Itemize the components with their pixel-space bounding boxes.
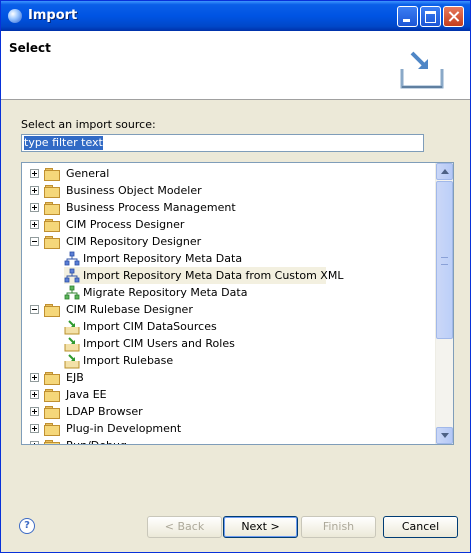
tree-item[interactable]: Import CIM Users and Roles [64,335,235,352]
expand-icon[interactable] [30,424,39,433]
tree-category[interactable]: Java EE [30,386,107,403]
repository-import-icon [64,251,80,267]
wizard-banner: Select [1,31,470,100]
scroll-thumb[interactable] [436,181,453,339]
collapse-icon[interactable] [30,237,39,246]
tree-category[interactable]: Business Process Management [30,199,236,216]
tree-item[interactable]: Import CIM DataSources [64,318,217,335]
next-button[interactable]: Next > [223,516,298,538]
help-icon[interactable]: ? [19,518,35,534]
repository-import-icon [64,268,80,284]
tree-category-label: CIM Repository Designer [66,235,202,248]
cancel-button[interactable]: Cancel [383,516,458,538]
tree-category-label: Plug-in Development [66,422,182,435]
tree-category[interactable]: Run/Debug [30,437,127,444]
scroll-up-button[interactable] [436,163,453,180]
import-source-label: Select an import source: [21,118,156,131]
filter-text: type filter text [24,136,103,150]
tree-category-label: Java EE [66,388,107,401]
tree-category-label: Business Process Management [66,201,236,214]
tree-item[interactable]: Migrate Repository Meta Data [64,284,247,301]
back-button[interactable]: < Back [147,516,222,538]
tree-category-label: Business Object Modeler [66,184,202,197]
folder-icon [44,202,60,215]
folder-icon [44,440,60,444]
tree-item-label: Import CIM Users and Roles [83,337,235,350]
tree-category-label: CIM Rulebase Designer [66,303,193,316]
scroll-down-button[interactable] [436,427,453,444]
tree-category[interactable]: General [30,165,109,182]
tree-category[interactable]: CIM Process Designer [30,216,184,233]
tree-item[interactable]: Import Rulebase [64,352,173,369]
import-wizard-icon [400,51,444,89]
eclipse-icon [8,9,22,23]
tree-item-label: Import Rulebase [83,354,174,367]
folder-icon [44,372,60,385]
folder-icon [44,406,60,419]
expand-icon[interactable] [30,407,39,416]
window-title: Import [28,8,78,23]
title-bar[interactable]: Import [1,1,470,31]
tree-category[interactable]: CIM Rulebase Designer [30,301,193,318]
filter-input[interactable]: type filter text [21,134,424,152]
tree-item-label: Import CIM DataSources [83,320,217,333]
expand-icon[interactable] [30,390,39,399]
tree-item-label: Import Repository Meta Data from Custom … [83,269,344,282]
page-title: Select [9,41,51,55]
folder-icon [44,185,60,198]
folder-icon [44,423,60,436]
tree-category[interactable]: CIM Repository Designer [30,233,201,250]
minimize-button[interactable] [397,6,418,27]
expand-icon[interactable] [30,203,39,212]
tree-category[interactable]: Business Object Modeler [30,182,202,199]
tree-item[interactable]: Import Repository Meta Data from Custom … [64,267,343,284]
collapse-icon[interactable] [30,305,39,314]
tree-item-label: Migrate Repository Meta Data [83,286,248,299]
repository-migrate-icon [64,285,80,301]
open-folder-icon [44,236,60,249]
expand-icon[interactable] [30,186,39,195]
tree-item-label: Import Repository Meta Data [83,252,243,265]
import-source-tree[interactable]: General Business Object Modeler Business P… [21,162,454,445]
import-arrow-icon [64,319,80,335]
tree-category-label: CIM Process Designer [66,218,185,231]
open-folder-icon [44,304,60,317]
import-arrow-icon [64,336,80,352]
close-button[interactable] [443,6,464,27]
folder-icon [44,168,60,181]
tree-category-label: Run/Debug [66,439,127,444]
expand-icon[interactable] [30,169,39,178]
tree-category-label: General [66,167,110,180]
tree-category-label: EJB [66,371,84,384]
tree-category[interactable]: EJB [30,369,84,386]
import-dialog: Import Select Select an import source: t… [0,0,471,553]
tree-item[interactable]: Import Repository Meta Data [64,250,242,267]
tree-category[interactable]: LDAP Browser [30,403,143,420]
tree-category[interactable]: Plug-in Development [30,420,181,437]
tree-category-label: LDAP Browser [66,405,143,418]
expand-icon[interactable] [30,373,39,382]
finish-button[interactable]: Finish [301,516,376,538]
folder-icon [44,219,60,232]
expand-icon[interactable] [30,441,39,444]
expand-icon[interactable] [30,220,39,229]
folder-icon [44,389,60,402]
maximize-button[interactable] [420,6,441,27]
vertical-scrollbar[interactable] [435,163,453,444]
import-arrow-icon [64,353,80,369]
